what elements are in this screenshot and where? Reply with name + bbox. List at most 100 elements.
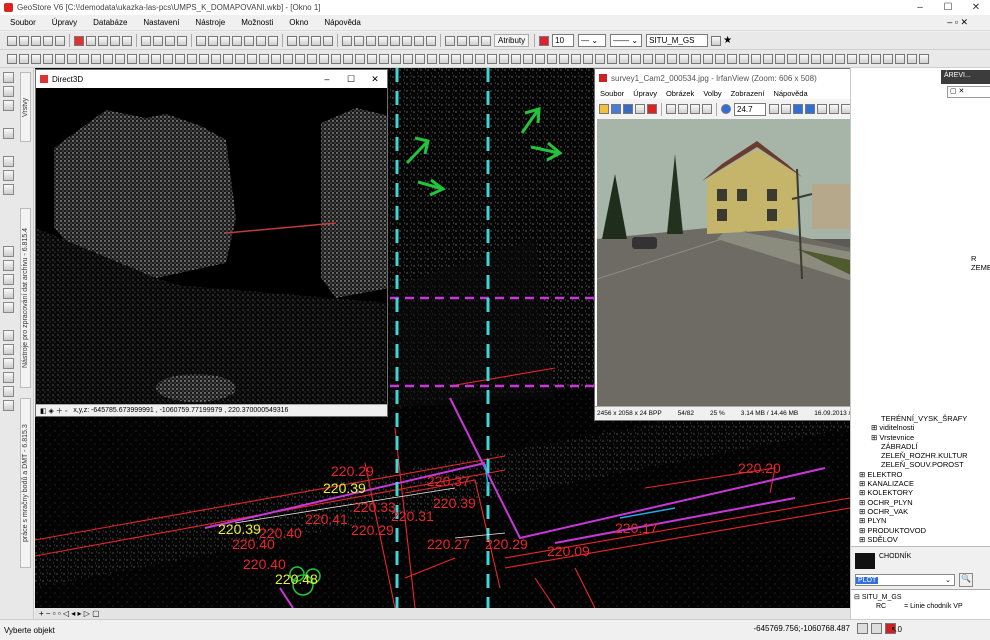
maximize-icon[interactable]: ☐ — [339, 70, 363, 88]
zoom-icon[interactable] — [110, 35, 120, 46]
cloud-tools-icon[interactable]: ◧ ◈ ＋ ◦ — [40, 406, 67, 416]
copy-icon[interactable] — [402, 35, 412, 46]
zoom-out-icon[interactable] — [781, 104, 791, 114]
sym-10-icon[interactable] — [115, 53, 125, 64]
snap-mode-icon[interactable] — [857, 623, 868, 634]
tab-pcs[interactable]: práce s mračny bodů a DMT - 6.815.3 — [20, 398, 31, 568]
print-icon[interactable] — [635, 104, 645, 114]
sym-30-icon[interactable] — [355, 53, 365, 64]
sym-53-icon[interactable] — [631, 53, 641, 64]
direct3d-titlebar[interactable]: Direct3D – ☐ ✕ — [36, 70, 387, 88]
iv-menu-zobrazeni[interactable]: Zobrazení — [731, 89, 765, 98]
sym-70-icon[interactable] — [835, 53, 845, 64]
tree-item[interactable]: ⊞ ELEKTRO — [851, 470, 990, 479]
tool-delete-icon[interactable] — [3, 400, 14, 411]
tool-open-icon[interactable] — [3, 72, 14, 83]
sym-62-icon[interactable] — [739, 53, 749, 64]
undo-icon[interactable] — [702, 104, 712, 114]
close-icon[interactable]: ✕ — [363, 70, 387, 88]
check-icon[interactable] — [43, 35, 53, 46]
sym-21-icon[interactable] — [247, 53, 257, 64]
tool-edit-icon[interactable] — [3, 274, 14, 285]
move-icon[interactable] — [390, 35, 400, 46]
maximize-icon[interactable]: ☐ — [934, 0, 962, 15]
sym-29-icon[interactable] — [343, 53, 353, 64]
first-page-icon[interactable] — [817, 104, 827, 114]
sym-17-icon[interactable] — [199, 53, 209, 64]
rect-select-icon[interactable] — [457, 35, 467, 46]
tree-item[interactable]: TERÉNNÍ_VYSK_ŠRAFY — [851, 414, 990, 423]
plot-select[interactable]: PLOT ⌄ — [855, 574, 955, 586]
iv-menu-soubor[interactable]: Soubor — [600, 89, 624, 98]
tool-profile-icon[interactable] — [3, 358, 14, 369]
sym-76-icon[interactable] — [907, 53, 917, 64]
sym-22-icon[interactable] — [259, 53, 269, 64]
sym-63-icon[interactable] — [751, 53, 761, 64]
calc-icon[interactable] — [165, 35, 175, 46]
tree-item[interactable]: ZÁBRADLÍ — [851, 442, 990, 451]
sym-9-icon[interactable] — [103, 53, 113, 64]
tool-line-icon[interactable] — [3, 246, 14, 257]
sym-19-icon[interactable] — [223, 53, 233, 64]
sym-65-icon[interactable] — [775, 53, 785, 64]
sym-72-icon[interactable] — [859, 53, 869, 64]
tree-item[interactable]: ⊞ KANALIZACE — [851, 479, 990, 488]
search-icon[interactable]: 🔍 — [959, 573, 973, 587]
palette-icon[interactable] — [539, 35, 550, 46]
sym-55-icon[interactable] — [655, 53, 665, 64]
tree-item[interactable]: ⊞ SDĚLOV — [851, 535, 990, 544]
tree-item[interactable]: ⊞ PRODUKTOVOD — [851, 526, 990, 535]
scale-icon[interactable] — [378, 35, 388, 46]
delete-icon[interactable] — [647, 104, 657, 114]
tool-zoom-icon[interactable] — [3, 170, 14, 181]
mdi-controls[interactable]: – ▫ ✕ — [947, 17, 968, 28]
sym-31-icon[interactable] — [367, 53, 377, 64]
tool-measure-icon[interactable] — [3, 372, 14, 383]
zoom-select[interactable]: 24.7 — [734, 102, 766, 116]
measure-icon[interactable] — [55, 35, 65, 46]
sym-34-icon[interactable] — [403, 53, 413, 64]
sym-56-icon[interactable] — [667, 53, 677, 64]
paste-icon[interactable] — [690, 104, 700, 114]
sym-25-icon[interactable] — [295, 53, 305, 64]
tab-vrstvy[interactable]: Vrstvy — [20, 72, 31, 142]
sym-45-icon[interactable] — [535, 53, 545, 64]
draw-circle-icon[interactable] — [232, 35, 242, 46]
iv-menu-volby[interactable]: Volby — [703, 89, 721, 98]
tree-item-zemek[interactable]: ZEMEK — [971, 263, 990, 272]
tree-item[interactable]: ⊞ Vrstevnice — [851, 433, 990, 442]
tree-item[interactable]: ⊞ PLYN — [851, 516, 990, 525]
sym-6-icon[interactable] — [67, 53, 77, 64]
sym-71-icon[interactable] — [847, 53, 857, 64]
sym-27-icon[interactable] — [319, 53, 329, 64]
sym-60-icon[interactable] — [715, 53, 725, 64]
sym-67-icon[interactable] — [799, 53, 809, 64]
iv-menu-upravy[interactable]: Úpravy — [633, 89, 657, 98]
attributes-button[interactable]: Atributy — [494, 34, 530, 47]
sym-50-icon[interactable] — [595, 53, 605, 64]
sym-16-icon[interactable] — [187, 53, 197, 64]
sym-20-icon[interactable] — [235, 53, 245, 64]
select-icon[interactable] — [19, 35, 29, 46]
tool-info-icon[interactable] — [3, 386, 14, 397]
draw-text-icon[interactable] — [220, 35, 230, 46]
tab-nastroje-archiv[interactable]: Nástroje pro zpracování dat archivu - 6.… — [20, 208, 31, 388]
sym-52-icon[interactable] — [619, 53, 629, 64]
sym-49-icon[interactable] — [583, 53, 593, 64]
rotate-icon[interactable] — [354, 35, 364, 46]
sym-46-icon[interactable] — [547, 53, 557, 64]
sym-75-icon[interactable] — [895, 53, 905, 64]
tree-item[interactable]: ZELEŇ_SOUV.POROST — [851, 460, 990, 469]
sym-33-icon[interactable] — [391, 53, 401, 64]
tool-save-icon[interactable] — [3, 86, 14, 97]
sym-14-icon[interactable] — [163, 53, 173, 64]
sym-2-icon[interactable] — [19, 53, 29, 64]
undo-icon[interactable] — [141, 35, 151, 46]
panel-filter[interactable]: ▢ ✕ — [947, 86, 990, 98]
menu-databaze[interactable]: Databáze — [93, 18, 127, 27]
tool-print-icon[interactable] — [3, 128, 14, 139]
draw-line-icon[interactable] — [196, 35, 206, 46]
cross-icon[interactable] — [445, 35, 455, 46]
zoom-in-icon[interactable] — [769, 104, 779, 114]
split-icon[interactable] — [311, 35, 321, 46]
